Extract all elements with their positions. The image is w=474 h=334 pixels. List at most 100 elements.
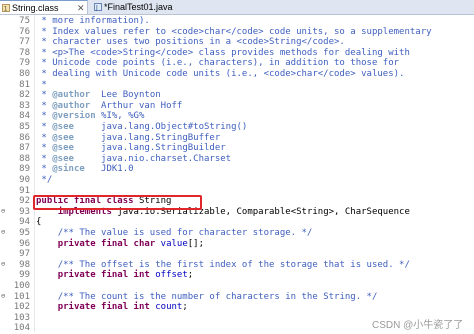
line-number: 78: [19, 47, 30, 58]
javadoc-tag: @author: [52, 90, 91, 101]
line-number: 75: [19, 16, 30, 26]
code-line: */: [36, 175, 52, 186]
javadoc-text: java.lang.StringBuilder: [101, 143, 226, 154]
code-line: * @author Arthur van Hoff: [36, 100, 183, 111]
javadoc-text: java.lang.Object#toString(): [101, 122, 248, 132]
javadoc-text: Lee Boynton: [101, 90, 161, 101]
line-number: 88: [19, 153, 30, 164]
line-number: 99: [19, 270, 30, 281]
line-number: 104: [13, 323, 30, 334]
class-file-icon: 1: [2, 4, 10, 12]
javadoc-tag: @see: [52, 143, 74, 154]
keyword: private final int: [57, 302, 150, 313]
javadoc-tag: @version: [52, 111, 96, 122]
code-line: * Unicode code points (i.e., characters)…: [36, 58, 399, 69]
javadoc-text: * Unicode code points (i.e., characters)…: [41, 58, 400, 69]
javadoc-text: * Index values refer to <code>char</code…: [41, 26, 432, 37]
code-line: * @see java.lang.StringBuffer: [36, 132, 221, 143]
javadoc-text: Arthur van Hoff: [101, 100, 183, 111]
code-line: {: [36, 217, 41, 228]
line-number: 92: [19, 196, 30, 207]
line-number: 103: [13, 312, 30, 323]
javadoc-text: /** The value is used for character stor…: [57, 228, 313, 238]
line-number: 97: [19, 249, 30, 260]
line-number: 90: [19, 175, 30, 185]
keyword: private final char: [57, 238, 156, 249]
line-number: 102: [13, 302, 30, 313]
line-number: 82: [19, 90, 30, 101]
field-name: value: [160, 238, 188, 249]
code-line: * @author Lee Boynton: [36, 90, 161, 101]
javadoc-text: /** The offset is the first index of the…: [57, 259, 410, 270]
field-name: offset: [155, 270, 188, 281]
code-line: private final int offset;: [36, 270, 193, 281]
code-line: /** The value is used for character stor…: [36, 228, 313, 239]
svg-text:J: J: [95, 5, 98, 11]
javadoc-tag: @author: [52, 100, 91, 111]
line-number: 84: [19, 111, 30, 122]
code-line: /** The offset is the first index of the…: [36, 260, 410, 271]
javadoc-tag: @see: [52, 153, 74, 164]
field-name: count: [155, 302, 183, 313]
code-line: * @see java.lang.Object#toString(): [36, 122, 248, 132]
line-number: 100: [13, 281, 30, 291]
code-line: * dealing with Unicode code units (i.e.,…: [36, 69, 404, 80]
code-text: ;: [182, 302, 188, 313]
code-line: * more information).: [36, 16, 150, 27]
line-number-gutter: 75 76 77 78 79 80 81 82 83 84 85 86 87 8…: [0, 15, 35, 334]
line-number: 77: [19, 37, 30, 48]
line-number: 79: [19, 58, 30, 69]
javadoc-tag: @see: [52, 122, 74, 132]
code-line: * <p>The <code>String</code> class provi…: [36, 47, 410, 59]
code-line: private final int count;: [36, 302, 188, 313]
line-number: 80: [19, 69, 30, 79]
javadoc-tag: @since: [52, 164, 85, 175]
keyword: private final int: [57, 270, 150, 281]
line-number: 85: [19, 122, 30, 132]
line-number: 76: [19, 26, 30, 37]
javadoc-text: * dealing with Unicode code units (i.e.,…: [41, 69, 405, 79]
line-number: 94: [19, 217, 30, 228]
javadoc-tag: @see: [52, 132, 74, 143]
code-line: *: [36, 79, 47, 91]
code-line: * character uses two positions in a <cod…: [36, 37, 345, 48]
javadoc-text: java.nio.charset.Charset: [101, 153, 232, 164]
line-number: 87: [19, 143, 30, 154]
line-number: 81: [19, 79, 30, 90]
javadoc-text: * more information).: [41, 16, 150, 26]
tab-label: String.class: [12, 3, 59, 13]
line-number: 89: [19, 164, 30, 175]
line-number: 93: [19, 206, 30, 217]
svg-text:1: 1: [4, 6, 8, 12]
tab-label: *FinalTest01.java: [104, 2, 173, 12]
code-editor[interactable]: 75 76 77 78 79 80 81 82 83 84 85 86 87 8…: [0, 15, 474, 334]
java-file-icon: J: [94, 3, 102, 11]
annotation-highlight-box: [33, 195, 202, 210]
javadoc-text: *: [41, 79, 47, 90]
javadoc-text: */: [41, 175, 53, 185]
code-text: [];: [187, 238, 205, 249]
code-line: * @version %I%, %G%: [36, 111, 145, 122]
watermark-text: CSDN @小牛瓷了了: [372, 320, 464, 331]
tab-finaltest01-java[interactable]: J *FinalTest01.java: [92, 0, 173, 14]
line-number: 95: [19, 228, 30, 238]
javadoc-text: JDK1.0: [101, 164, 134, 175]
tab-string-class[interactable]: 1 String.class ✕: [0, 0, 88, 14]
line-number: 98: [19, 259, 30, 270]
javadoc-text: java.lang.StringBuffer: [101, 132, 221, 143]
editor-tab-bar: 1 String.class ✕ J *FinalTest01.java: [0, 0, 474, 15]
javadoc-text: /** The count is the number of character…: [57, 291, 378, 302]
javadoc-text: %I%, %G%: [101, 111, 145, 122]
line-number: 86: [19, 132, 30, 143]
line-number: 101: [13, 291, 30, 302]
line-number: 91: [19, 185, 30, 196]
line-number: 96: [19, 238, 30, 249]
line-number: 83: [19, 100, 30, 111]
code-line: private final char value[];: [36, 239, 204, 250]
javadoc-text: * <p>The <code>String</code> class provi…: [41, 47, 410, 58]
javadoc-text: * character uses two positions in a <cod…: [41, 37, 345, 48]
close-icon[interactable]: ✕: [77, 1, 85, 15]
code-line: * Index values refer to <code>char</code…: [36, 26, 432, 38]
code-text: {: [36, 217, 42, 228]
code-line: * @see java.nio.charset.Charset: [36, 153, 232, 164]
